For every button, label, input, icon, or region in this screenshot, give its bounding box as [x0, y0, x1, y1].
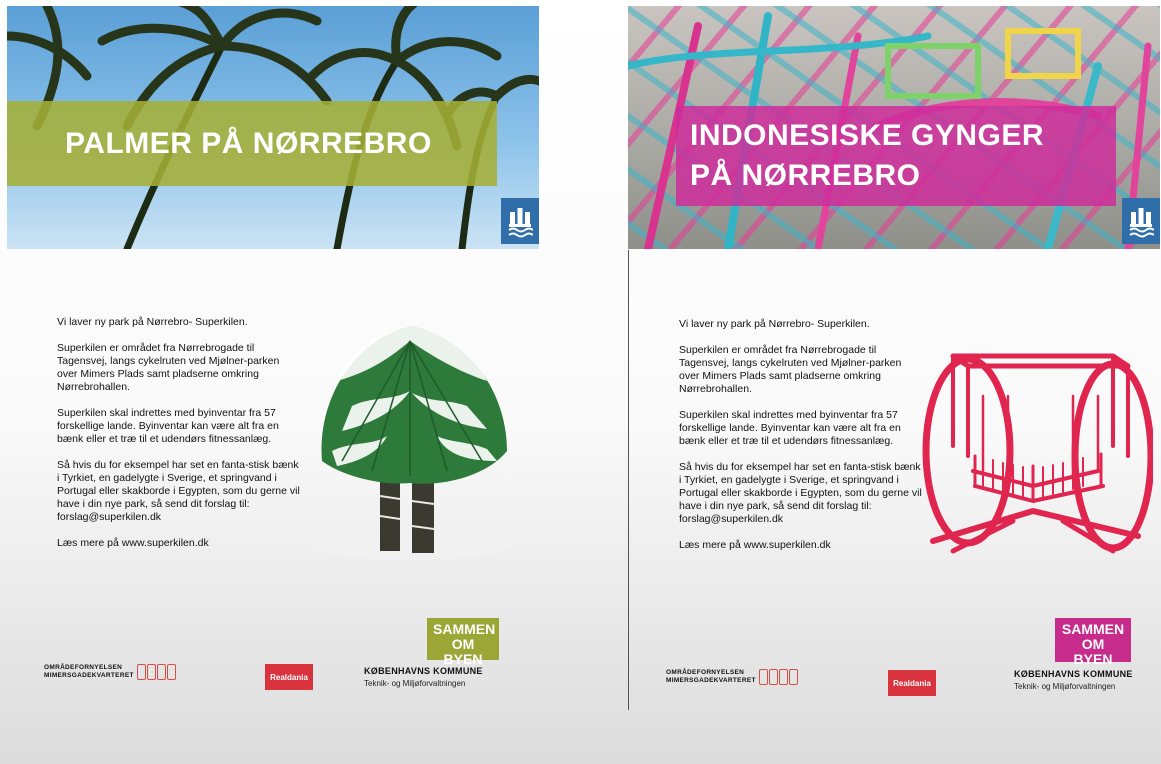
- sammen-line1: SAMMEN: [1061, 621, 1125, 637]
- teknik-og-miljoforvaltningen: Teknik- og Miljøforvaltningen: [364, 679, 466, 688]
- paragraph-furniture: Superkilen skal indrettes med byinventar…: [679, 409, 901, 447]
- banner-photo-swings: INDONESISKE GYNGER PÅ NØRREBRO: [628, 6, 1160, 249]
- omr-line2: MIMERSGADEKVARTERET: [666, 677, 756, 684]
- body-text: Vi laver ny park på Nørrebro- Superkilen…: [57, 316, 302, 563]
- paragraph-area: Superkilen er området fra Nørrebrogade t…: [57, 342, 280, 393]
- copenhagen-crest-icon: [1122, 198, 1160, 244]
- paragraph-call-to-action: Så hvis du for eksempel har set en fanta…: [57, 459, 300, 523]
- omraadefornyelsen-logo: OMRÅDEFORNYELSEN MIMERSGADEKVARTERET: [44, 664, 176, 680]
- red-swing-illustration: [922, 353, 1153, 554]
- sammen-line2: OM BYEN: [443, 636, 483, 667]
- paragraph-website: Læs mere på www.superkilen.dk: [679, 539, 831, 551]
- kobenhavns-kommune: KØBENHAVNS KOMMUNE: [364, 666, 483, 676]
- kobenhavns-kommune: KØBENHAVNS KOMMUNE: [1014, 669, 1133, 679]
- omr-line1: OMRÅDEFORNYELSEN: [44, 664, 123, 671]
- copenhagen-crest-icon: [501, 198, 539, 244]
- body-text: Vi laver ny park på Nørrebro- Superkilen…: [679, 318, 924, 565]
- sammen-om-byen-logo: SAMMEN OM BYEN: [427, 618, 499, 667]
- paragraph-call-to-action: Så hvis du for eksempel har set en fanta…: [679, 461, 922, 525]
- snow-palm-illustration: [310, 326, 510, 560]
- teknik-og-miljoforvaltningen: Teknik- og Miljøforvaltningen: [1014, 682, 1116, 691]
- sammen-line1: SAMMEN: [433, 621, 496, 637]
- realdania-logo: Realdania: [888, 670, 936, 696]
- omr-mark-icon: [136, 664, 176, 680]
- title-band: INDONESISKE GYNGER PÅ NØRREBRO: [676, 106, 1116, 206]
- paragraph-intro: Vi laver ny park på Nørrebro- Superkilen…: [679, 318, 870, 330]
- paragraph-area: Superkilen er området fra Nørrebrogade t…: [679, 344, 902, 395]
- omr-line2: MIMERSGADEKVARTERET: [44, 672, 134, 679]
- poster-gynger: INDONESISKE GYNGER PÅ NØRREBRO Vi laver …: [628, 6, 1160, 716]
- omraadefornyelsen-logo: OMRÅDEFORNYELSEN MIMERSGADEKVARTERET: [666, 669, 798, 685]
- poster-title: PALMER PÅ NØRREBRO: [65, 126, 432, 160]
- paragraph-intro: Vi laver ny park på Nørrebro- Superkilen…: [57, 316, 248, 328]
- banner-photo-palms: PALMER PÅ NØRREBRO: [7, 6, 539, 249]
- paragraph-furniture: Superkilen skal indrettes med byinventar…: [57, 407, 279, 445]
- title-band: PALMER PÅ NØRREBRO: [7, 101, 497, 186]
- sammen-om-byen-logo: SAMMEN OM BYEN: [1055, 618, 1131, 667]
- realdania-logo: Realdania: [265, 664, 313, 690]
- poster-palmer: PALMER PÅ NØRREBRO Vi laver ny park på N…: [7, 6, 539, 716]
- paragraph-website: Læs mere på www.superkilen.dk: [57, 537, 209, 549]
- sammen-line2: OM BYEN: [1073, 636, 1113, 667]
- omr-line1: OMRÅDEFORNYELSEN: [666, 669, 745, 676]
- omr-mark-icon: [758, 669, 798, 685]
- poster-title-line1: INDONESISKE GYNGER: [690, 119, 1045, 152]
- poster-title-line2: PÅ NØRREBRO: [690, 159, 921, 192]
